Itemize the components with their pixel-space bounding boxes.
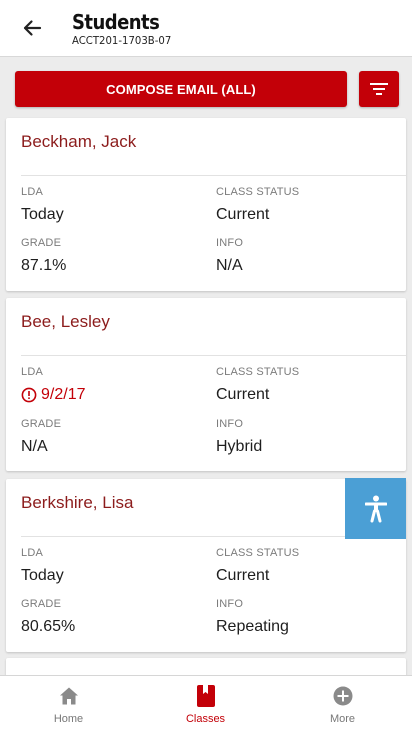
action-bar: COMPOSE EMAIL (ALL) [15, 71, 399, 107]
nav-classes-label: Classes [185, 713, 226, 725]
grade-label: GRADE [21, 418, 62, 430]
divider [21, 355, 406, 356]
info-field: INFO Repeating [216, 598, 289, 637]
class-status-field: CLASS STATUS Current [216, 186, 299, 225]
lda-field: LDA Today [21, 186, 64, 225]
divider [21, 175, 406, 176]
grade-value: 87.1% [21, 257, 67, 274]
class-status-label: CLASS STATUS [216, 547, 300, 559]
filter-icon [370, 83, 388, 95]
nav-home[interactable]: Home [0, 676, 137, 732]
class-status-value: Current [216, 386, 270, 403]
student-card[interactable]: Beckham, Jack LDA Today CLASS STATUS Cur… [6, 118, 406, 291]
nav-home-label: Home [53, 713, 84, 725]
lda-value-alert: 9/2/17 [21, 385, 85, 405]
student-card[interactable]: Bee, Lesley LDA 9/2/17 CLASS STATUS Curr… [6, 298, 406, 471]
info-label: INFO [216, 418, 244, 430]
info-label: INFO [216, 237, 244, 249]
info-value: Repeating [216, 618, 289, 635]
class-status-value: Current [216, 567, 270, 584]
class-status-value: Current [216, 206, 270, 223]
plus-circle-icon [333, 686, 352, 706]
lda-label: LDA [21, 547, 43, 559]
nav-more-label: More [329, 713, 356, 725]
lda-field: LDA 9/2/17 [21, 366, 85, 405]
lda-label: LDA [21, 186, 43, 198]
info-label: INFO [216, 598, 244, 610]
alert-circle-icon [21, 387, 37, 403]
nav-classes[interactable]: Classes [137, 676, 274, 732]
title-block: Students ACCT201-1703B-07 [72, 10, 180, 47]
grade-field: GRADE 87.1% [21, 237, 66, 276]
info-field: INFO Hybrid [216, 418, 262, 457]
compose-email-button[interactable]: COMPOSE EMAIL (ALL) [15, 71, 347, 107]
accessibility-icon [364, 495, 387, 522]
app-header: Students ACCT201-1703B-07 [0, 0, 412, 57]
nav-more[interactable]: More [274, 676, 411, 732]
student-name[interactable]: Beckham, Jack [21, 132, 136, 152]
back-button[interactable] [14, 12, 50, 44]
lda-field: LDA Today [21, 547, 64, 586]
grade-field: GRADE N/A [21, 418, 61, 457]
info-value: N/A [216, 257, 243, 274]
class-status-label: CLASS STATUS [216, 366, 300, 378]
info-value: Hybrid [216, 438, 263, 455]
class-status-label: CLASS STATUS [216, 186, 300, 198]
class-code: ACCT201-1703B-07 [72, 34, 172, 47]
class-status-field: CLASS STATUS Current [216, 366, 299, 405]
filter-button[interactable] [359, 71, 399, 107]
lda-label: LDA [21, 366, 43, 378]
accessibility-button[interactable] [345, 478, 406, 539]
arrow-left-icon [23, 20, 42, 36]
page-title: Students [72, 10, 160, 34]
student-name[interactable]: Berkshire, Lisa [21, 493, 133, 513]
grade-label: GRADE [21, 237, 62, 249]
info-field: INFO N/A [216, 237, 243, 276]
student-name[interactable]: Bee, Lesley [21, 312, 110, 332]
lda-value: 9/2/17 [41, 386, 86, 403]
grade-value: 80.65% [21, 618, 76, 635]
book-icon [196, 685, 215, 707]
home-icon [59, 687, 78, 705]
grade-field: GRADE 80.65% [21, 598, 75, 637]
bottom-nav: Home Classes More [0, 675, 412, 732]
lda-value: Today [21, 206, 64, 223]
grade-label: GRADE [21, 598, 62, 610]
grade-value: N/A [21, 438, 48, 455]
lda-value: Today [21, 567, 64, 584]
class-status-field: CLASS STATUS Current [216, 547, 299, 586]
